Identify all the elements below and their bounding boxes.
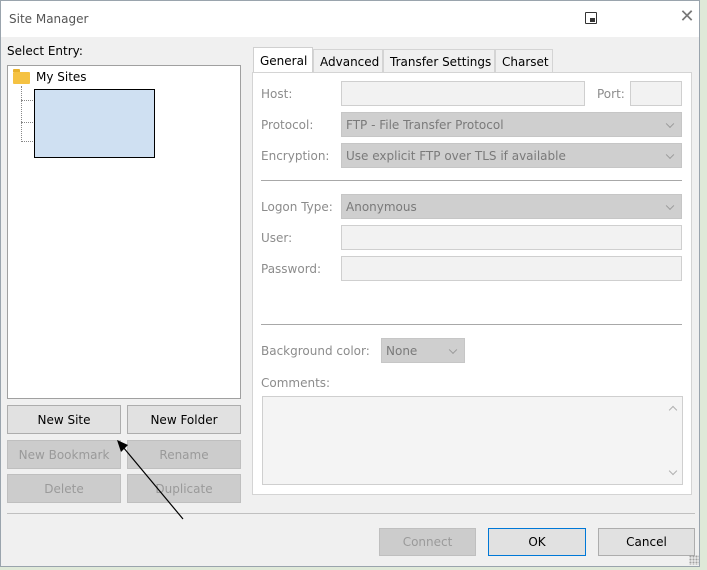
annotation-arrow-line (122, 446, 184, 520)
annotation-arrow (117, 440, 184, 520)
